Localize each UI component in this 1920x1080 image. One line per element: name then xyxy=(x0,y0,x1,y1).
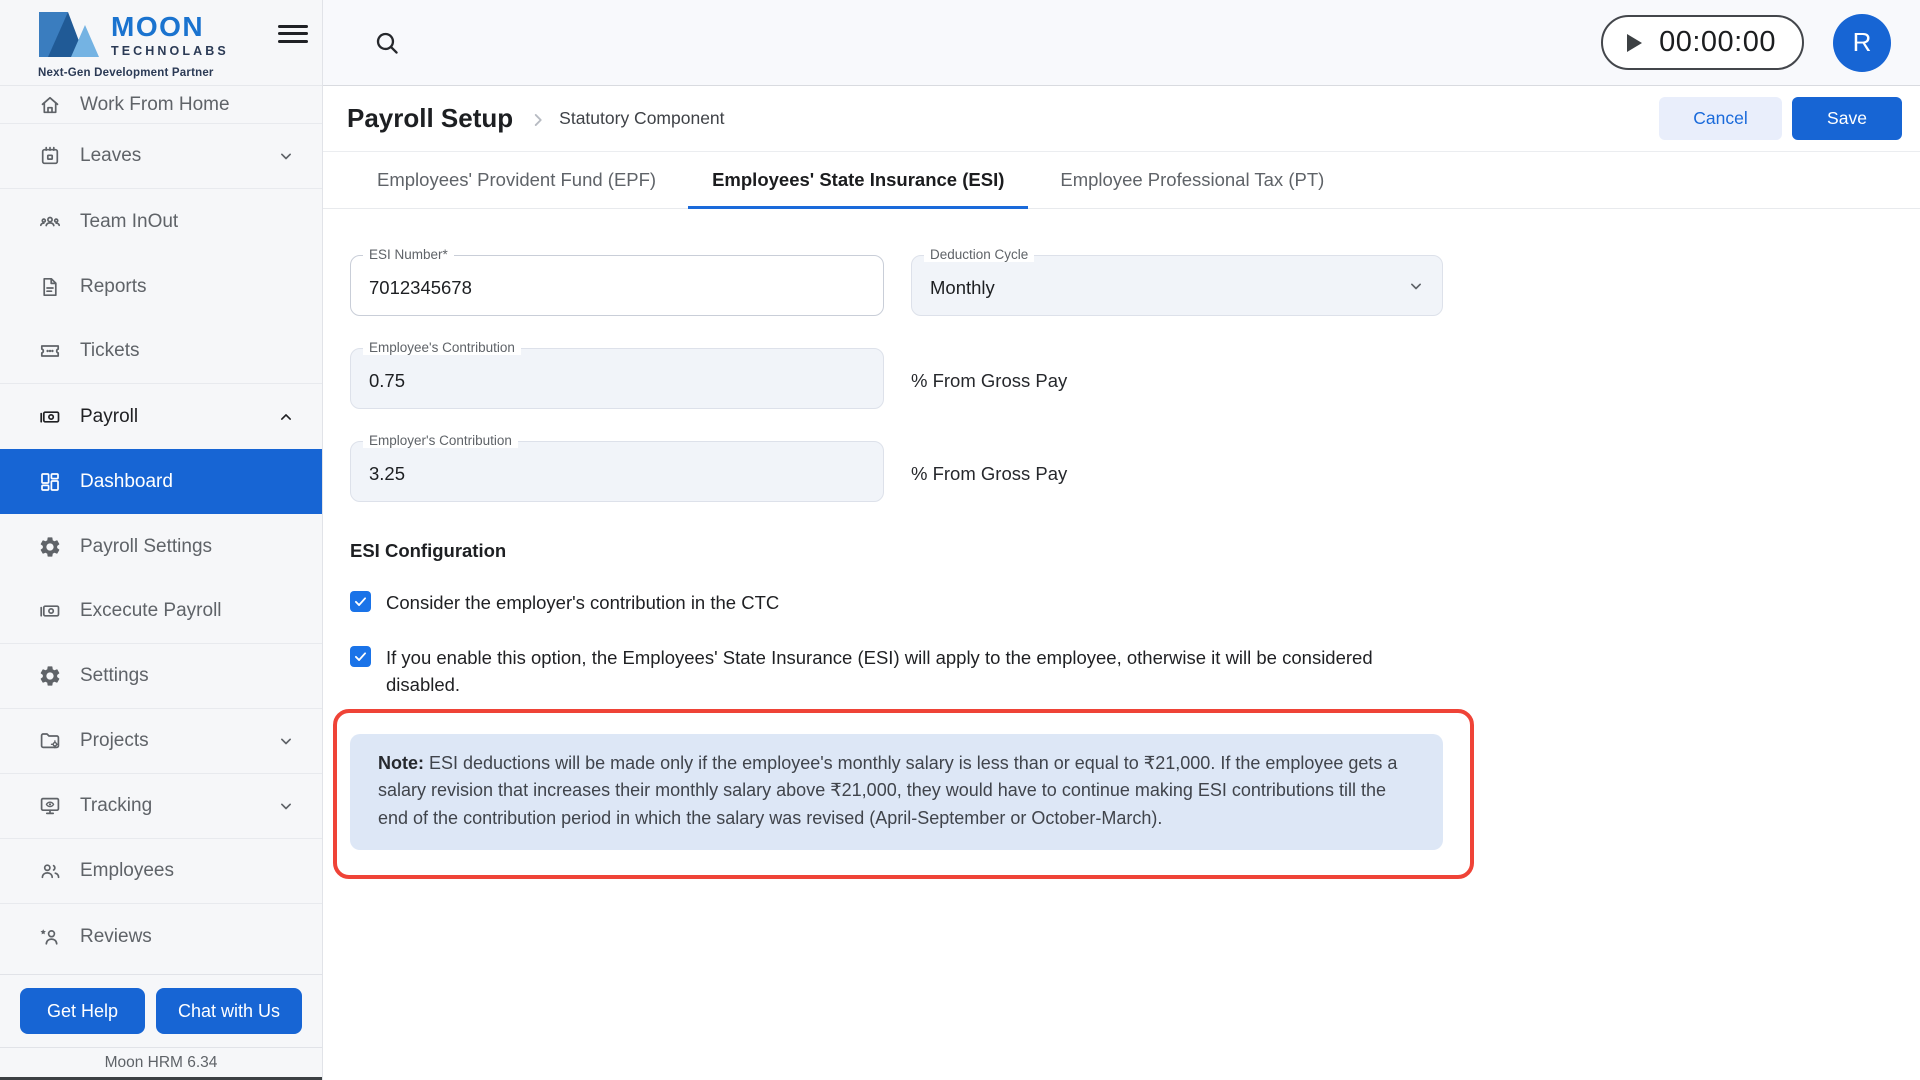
save-button[interactable]: Save xyxy=(1792,97,1902,140)
esi-configuration-title: ESI Configuration xyxy=(350,540,507,561)
calendar-icon xyxy=(38,144,62,168)
person-star-icon xyxy=(38,925,62,949)
employee-contribution-field[interactable]: Employee's Contribution xyxy=(350,340,884,409)
people-icon xyxy=(38,859,62,883)
employer-contribution-suffix: % From Gross Pay xyxy=(911,462,1068,484)
sidebar-item-execute-payroll[interactable]: Excecute Payroll xyxy=(0,579,322,644)
employer-contribution-input[interactable] xyxy=(351,458,883,485)
hamburger-menu-icon[interactable] xyxy=(278,20,308,47)
esi-form: ESI Number* Deduction Cycle Employee's C… xyxy=(323,209,1920,1080)
sidebar-item-dashboard[interactable]: Dashboard xyxy=(0,449,322,514)
sidebar-item-settings[interactable]: Settings xyxy=(0,644,322,709)
sidebar-footer: Get Help Chat with Us Moon HRM 6.34 xyxy=(0,974,322,1080)
brand-subname: TECHNOLABS xyxy=(111,43,229,58)
sidebar: MOON TECHNOLABS Next-Gen Development Par… xyxy=(0,0,323,1080)
gear-icon xyxy=(38,664,62,688)
brand-name: MOON xyxy=(111,10,205,42)
sidebar-item-reports[interactable]: Reports xyxy=(0,254,322,319)
logo-mountain-icon xyxy=(38,11,100,63)
ctc-checkbox-label: Consider the employer's contribution in … xyxy=(386,592,780,613)
sidebar-item-reviews[interactable]: Reviews xyxy=(0,904,322,969)
note-prefix: Note: xyxy=(378,752,424,773)
sidebar-item-tickets[interactable]: Tickets xyxy=(0,319,322,384)
folder-gear-icon xyxy=(38,729,62,753)
page-header: Payroll Setup Statutory Component Cancel… xyxy=(323,86,1920,152)
cancel-button[interactable]: Cancel xyxy=(1659,97,1782,140)
chevron-down-icon xyxy=(276,796,296,816)
red-annotation-outline: Note: ESI deductions will be made only i… xyxy=(333,708,1474,879)
sidebar-item-employees[interactable]: Employees xyxy=(0,839,322,904)
deduction-cycle-value[interactable] xyxy=(912,272,1442,299)
get-help-button[interactable]: Get Help xyxy=(20,988,145,1034)
esi-enable-checkbox[interactable] xyxy=(350,645,371,667)
document-icon xyxy=(38,275,62,299)
app-window: MOON TECHNOLABS Next-Gen Development Par… xyxy=(0,0,1920,1080)
esi-enable-checkbox-row: If you enable this option, the Employees… xyxy=(350,644,1920,699)
timer-value: 00:00:00 xyxy=(1659,26,1776,58)
note-text: ESI deductions will be made only if the … xyxy=(378,752,1398,828)
statutory-tabs: Employees' Provident Fund (EPF) Employee… xyxy=(323,152,1920,209)
sidebar-item-work-from-home[interactable]: Work From Home xyxy=(0,86,322,124)
chevron-down-icon xyxy=(276,146,296,166)
time-tracker-widget[interactable]: 00:00:00 xyxy=(1601,15,1804,70)
avatar[interactable]: R xyxy=(1833,13,1891,72)
topbar: 00:00:00 R xyxy=(323,0,1920,86)
page-title: Payroll Setup xyxy=(347,103,514,133)
sidebar-item-team-inout[interactable]: Team InOut xyxy=(0,189,322,254)
payments-icon xyxy=(38,599,62,623)
chevron-up-icon xyxy=(276,407,296,427)
sidebar-header: MOON TECHNOLABS Next-Gen Development Par… xyxy=(0,0,322,86)
payments-icon xyxy=(38,405,62,429)
monitor-eye-icon xyxy=(38,794,62,818)
tab-pt[interactable]: Employee Professional Tax (PT) xyxy=(1036,152,1348,208)
app-version: Moon HRM 6.34 xyxy=(0,1047,322,1080)
employee-contribution-input[interactable] xyxy=(351,365,883,392)
ctc-checkbox-row: Consider the employer's contribution in … xyxy=(350,589,1920,617)
ctc-checkbox[interactable] xyxy=(350,591,371,612)
main-area: 00:00:00 R Payroll Setup Statutory Compo… xyxy=(323,0,1920,1080)
sidebar-item-tracking[interactable]: Tracking xyxy=(0,774,322,839)
home-icon xyxy=(38,93,62,117)
search-icon[interactable] xyxy=(373,29,401,57)
dashboard-icon xyxy=(38,470,62,494)
moon-technolabs-logo: MOON TECHNOLABS Next-Gen Development Par… xyxy=(38,11,229,79)
sidebar-item-payroll[interactable]: Payroll xyxy=(0,384,322,449)
sidebar-nav: Work From Home Leaves Team InOut Reports… xyxy=(0,86,322,974)
brand-tagline: Next-Gen Development Partner xyxy=(38,66,214,79)
breadcrumb: Statutory Component xyxy=(559,108,725,128)
sidebar-item-leaves[interactable]: Leaves xyxy=(0,124,322,189)
esi-note: Note: ESI deductions will be made only i… xyxy=(350,733,1443,850)
esi-enable-checkbox-label: If you enable this option, the Employees… xyxy=(386,646,1373,696)
play-icon[interactable] xyxy=(1627,33,1643,52)
ticket-icon xyxy=(38,339,62,363)
gear-icon xyxy=(38,535,62,559)
chevron-down-icon xyxy=(1406,276,1426,296)
chevron-down-icon xyxy=(276,731,296,751)
employee-contribution-suffix: % From Gross Pay xyxy=(911,369,1068,391)
chevron-right-icon xyxy=(527,109,549,131)
esi-number-field[interactable]: ESI Number* xyxy=(350,247,884,316)
employer-contribution-field[interactable]: Employer's Contribution xyxy=(350,433,884,502)
groups-icon xyxy=(38,210,62,234)
tab-epf[interactable]: Employees' Provident Fund (EPF) xyxy=(353,152,680,208)
deduction-cycle-select[interactable]: Deduction Cycle xyxy=(911,247,1443,316)
deduction-cycle-label: Deduction Cycle xyxy=(924,247,1035,262)
esi-number-label: ESI Number* xyxy=(363,247,454,262)
employer-contribution-label: Employer's Contribution xyxy=(363,433,518,448)
tab-esi[interactable]: Employees' State Insurance (ESI) xyxy=(688,152,1029,209)
chat-with-us-button[interactable]: Chat with Us xyxy=(155,988,302,1034)
sidebar-item-payroll-settings[interactable]: Payroll Settings xyxy=(0,514,322,579)
esi-number-input[interactable] xyxy=(351,272,883,299)
employee-contribution-label: Employee's Contribution xyxy=(363,340,521,355)
sidebar-item-projects[interactable]: Projects xyxy=(0,709,322,774)
